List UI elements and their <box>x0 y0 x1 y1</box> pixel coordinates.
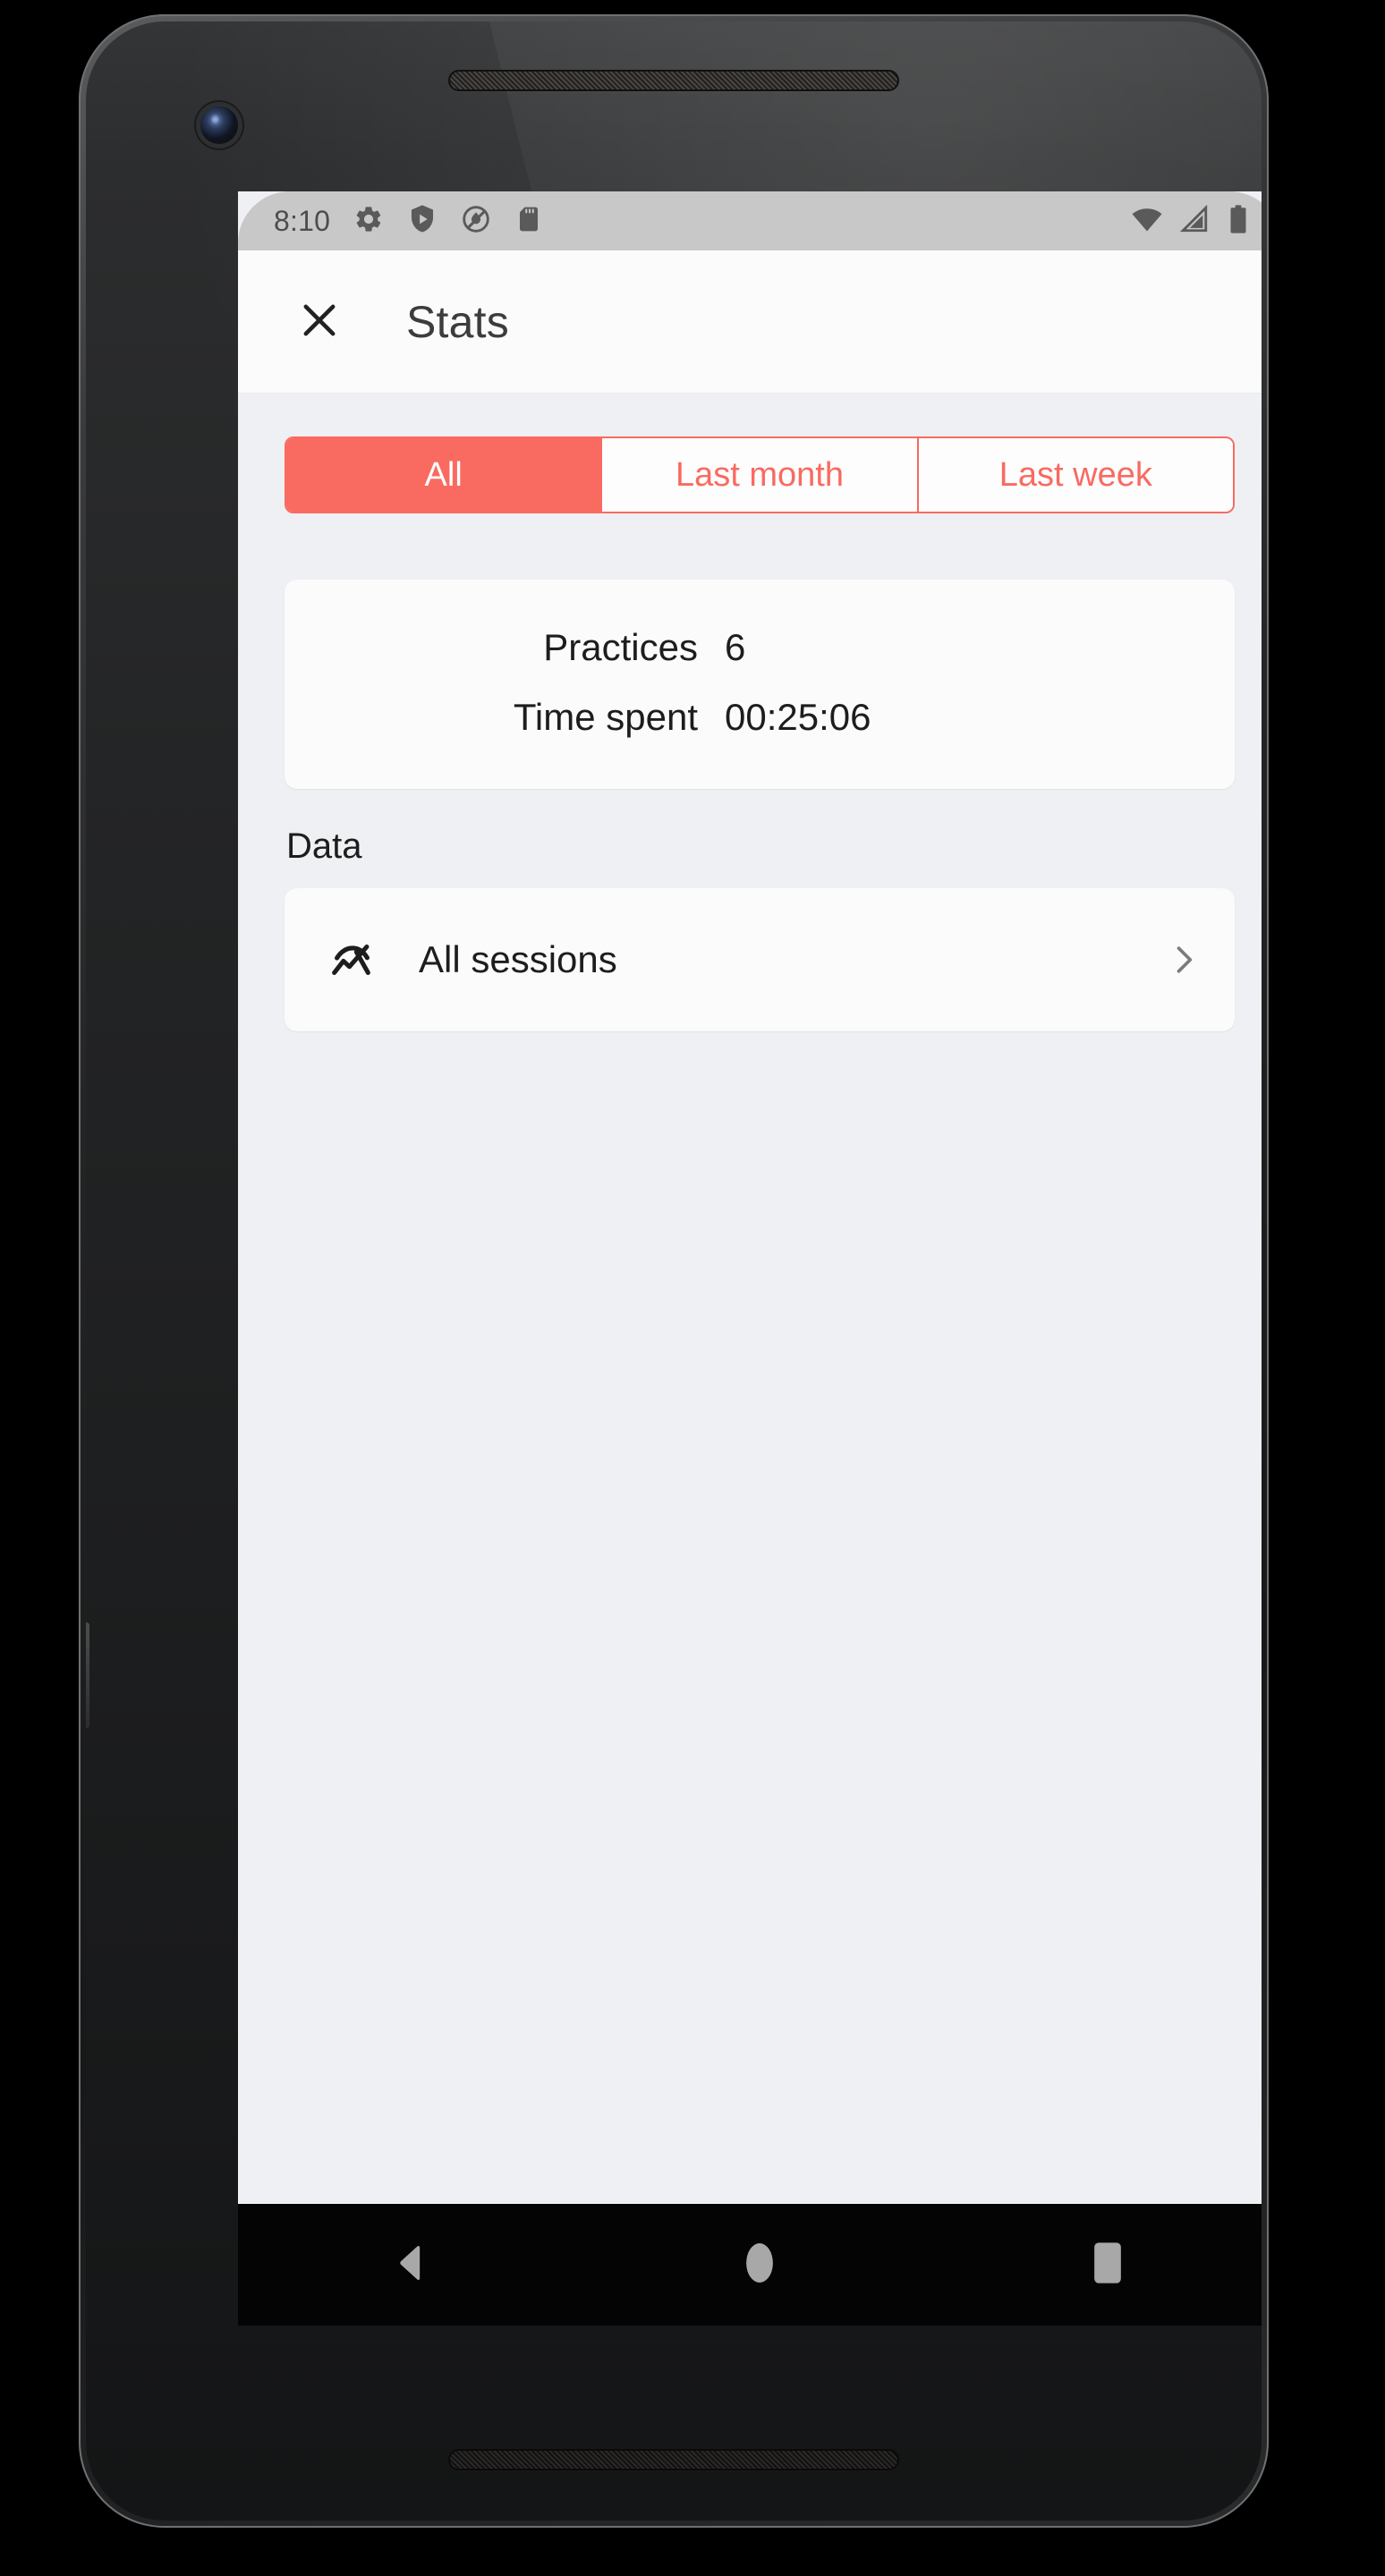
screen-content: All Last month Last week Practices 6 Tim… <box>238 394 1262 2204</box>
summary-card: Practices 6 Time spent 00:25:06 <box>285 580 1235 789</box>
phone-device-body: 8:10 Stats All Last month Last week Prac… <box>86 21 1262 2521</box>
status-bar: 8:10 <box>238 191 1262 250</box>
summary-value-practices: 6 <box>725 626 746 668</box>
speaker-grille-bottom <box>450 2451 897 2469</box>
home-button[interactable] <box>706 2220 813 2309</box>
segment-last-month[interactable]: Last month <box>602 438 919 512</box>
back-button[interactable] <box>358 2220 465 2309</box>
chevron-right-icon[interactable] <box>1161 937 1206 982</box>
summary-row-practices: Practices 6 <box>285 626 1235 669</box>
status-bar-right-group <box>1131 203 1251 240</box>
data-section-title: Data <box>286 826 362 866</box>
sd-card-icon <box>514 205 543 238</box>
back-triangle-icon <box>392 2242 431 2288</box>
summary-label-practices: Practices <box>543 626 698 668</box>
time-range-segmented-control[interactable]: All Last month Last week <box>285 436 1235 513</box>
wifi-icon <box>1131 203 1163 240</box>
close-button[interactable] <box>281 284 358 360</box>
segment-last-week[interactable]: Last week <box>918 438 1233 512</box>
front-camera-lens <box>200 106 238 144</box>
gear-icon <box>353 204 384 239</box>
play-protect-shield-icon <box>407 204 438 239</box>
recents-button[interactable] <box>1054 2220 1161 2309</box>
show-chart-icon <box>324 932 379 987</box>
android-navigation-bar <box>238 2204 1262 2326</box>
summary-value-time-spent: 00:25:06 <box>725 696 871 738</box>
battery-icon <box>1226 204 1251 239</box>
status-bar-clock: 8:10 <box>274 204 331 237</box>
data-card: All sessions <box>285 888 1235 1031</box>
list-item-all-sessions[interactable]: All sessions <box>285 888 1235 1031</box>
summary-row-time-spent: Time spent 00:25:06 <box>285 696 1235 739</box>
page-title: Stats <box>406 296 509 347</box>
list-item-label: All sessions <box>419 938 617 980</box>
speaker-grille-top <box>450 72 897 89</box>
phone-screen: 8:10 Stats All Last month Last week Prac… <box>238 191 1262 2204</box>
left-side-accent-button[interactable] <box>86 1623 89 1728</box>
summary-label-time-spent: Time spent <box>513 696 698 738</box>
phone-device-frame: 8:10 Stats All Last month Last week Prac… <box>79 14 1269 2528</box>
cellular-signal-icon <box>1179 204 1210 239</box>
app-bar: Stats <box>238 250 1262 394</box>
close-icon <box>296 297 343 346</box>
home-circle-icon <box>744 2240 775 2291</box>
segment-all[interactable]: All <box>286 438 603 512</box>
recents-square-icon <box>1091 2241 1125 2290</box>
do-not-disturb-icon <box>461 204 491 239</box>
status-bar-left-group: 8:10 <box>274 204 543 239</box>
